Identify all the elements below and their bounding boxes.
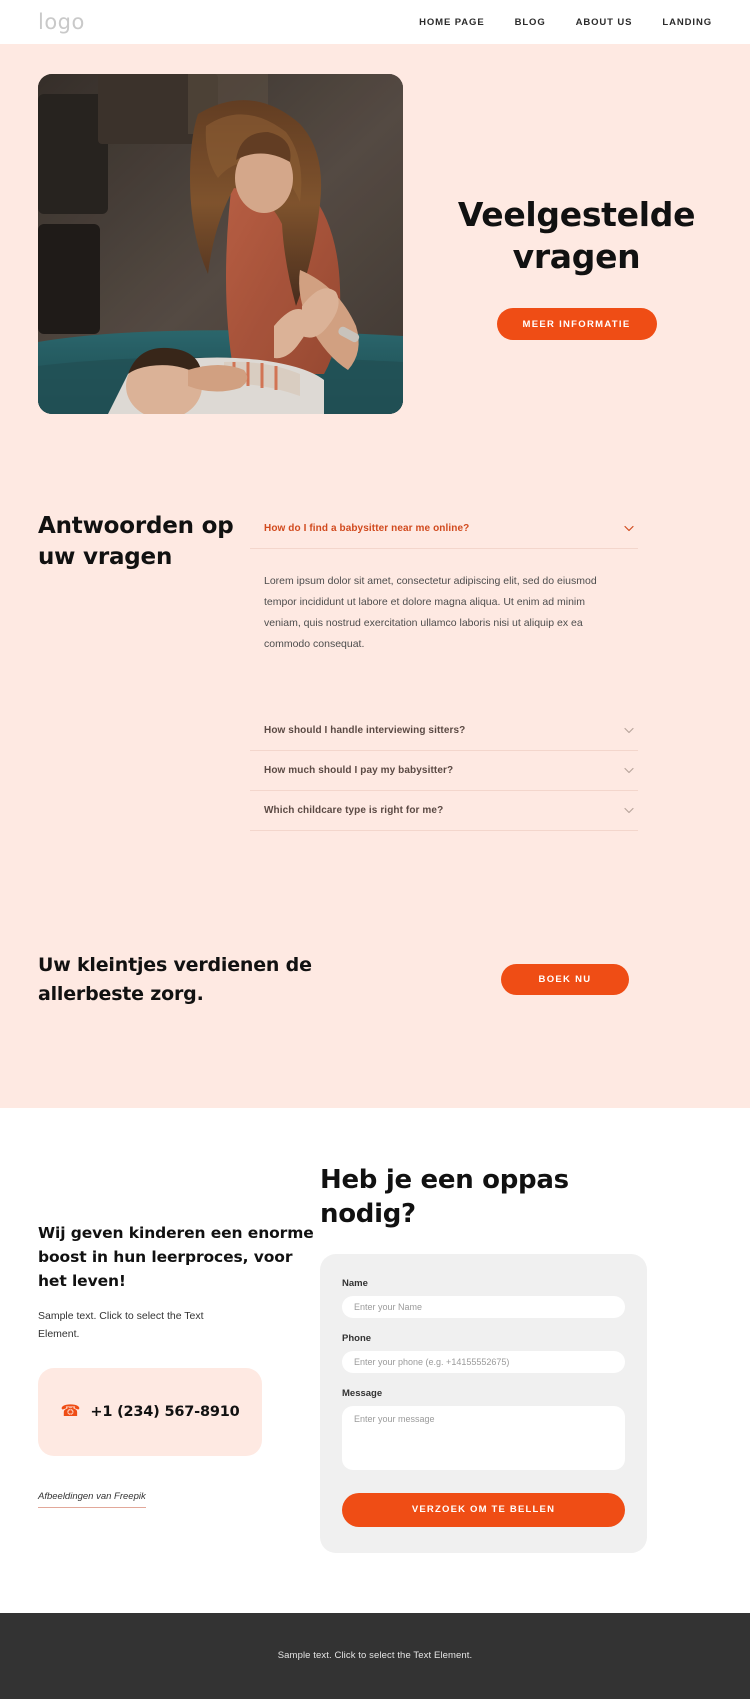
image-credit[interactable]: Afbeeldingen van Freepik xyxy=(38,1491,146,1508)
faq-section: Antwoorden op uw vragen How do I find a … xyxy=(0,454,750,951)
logo[interactable]: logo xyxy=(38,10,85,34)
faq-question-text-1: How do I find a babysitter near me onlin… xyxy=(264,522,470,534)
faq-heading: Antwoorden op uw vragen xyxy=(38,513,234,571)
message-field[interactable] xyxy=(342,1405,625,1470)
contact-section: Wij geven kinderen een enorme boost in h… xyxy=(0,1108,750,1613)
contact-subtext: Sample text. Click to select the Text El… xyxy=(38,1310,204,1341)
faq-spacer xyxy=(250,665,638,711)
footer-text: Sample text. Click to select the Text El… xyxy=(277,1650,473,1662)
name-field[interactable] xyxy=(342,1295,625,1318)
site-header: logo HOME PAGE BLOG ABOUT US LANDING xyxy=(0,0,750,44)
phone-card[interactable]: ☎ +1 (234) 567-8910 xyxy=(38,1367,262,1456)
chevron-down-icon xyxy=(622,763,636,777)
cta-button-wrap: BOEK NU xyxy=(420,964,750,995)
nav-item-about-us[interactable]: ABOUT US xyxy=(576,17,633,28)
contact-form-wrap: Heb je een oppas nodig? Name Phone Messa… xyxy=(320,1163,750,1553)
contact-heading: Wij geven kinderen een enorme boost in h… xyxy=(38,1224,314,1291)
submit-button[interactable]: VERZOEK OM TE BELLEN xyxy=(342,1492,625,1527)
faq-question-toggle-1[interactable]: How do I find a babysitter near me onlin… xyxy=(250,509,638,549)
book-now-button[interactable]: BOEK NU xyxy=(500,964,630,995)
phone-icon: ☎ xyxy=(60,1402,81,1420)
contact-info: Wij geven kinderen een enorme boost in h… xyxy=(0,1163,320,1508)
phone-field[interactable] xyxy=(342,1350,625,1373)
main-nav: HOME PAGE BLOG ABOUT US LANDING xyxy=(419,17,712,28)
faq-question-toggle-3[interactable]: How much should I pay my babysitter? xyxy=(250,751,638,791)
hero-title: Veelgestelde vragen xyxy=(457,195,696,277)
cta-band: Uw kleintjes verdienen de allerbeste zor… xyxy=(0,951,750,1108)
nav-item-home-page[interactable]: HOME PAGE xyxy=(419,17,484,28)
faq-question-text-3: How much should I pay my babysitter? xyxy=(264,764,454,776)
faq-item-4: Which childcare type is right for me? xyxy=(250,791,638,831)
name-label: Name xyxy=(342,1277,368,1289)
chevron-down-icon xyxy=(622,723,636,737)
faq-item-3: How much should I pay my babysitter? xyxy=(250,751,638,791)
faq-question-text-4: Which childcare type is right for me? xyxy=(264,804,444,816)
site-footer: Sample text. Click to select the Text El… xyxy=(0,1612,750,1699)
hero-cta-button[interactable]: MEER INFORMATIE xyxy=(496,308,657,341)
hero-image xyxy=(38,74,403,414)
chevron-down-icon xyxy=(622,521,636,535)
faq-question-toggle-4[interactable]: Which childcare type is right for me? xyxy=(250,791,638,831)
faq-item-2: How should I handle interviewing sitters… xyxy=(250,711,638,751)
faq-question-text-2: How should I handle interviewing sitters… xyxy=(264,724,466,736)
faq-heading-wrap: Antwoorden op uw vragen xyxy=(0,509,250,831)
nav-item-blog[interactable]: BLOG xyxy=(515,17,546,28)
form-heading: Heb je een oppas nodig? xyxy=(320,1165,569,1230)
hero-section: Veelgestelde vragen MEER INFORMATIE xyxy=(0,44,750,454)
nav-item-landing[interactable]: LANDING xyxy=(662,17,712,28)
contact-form: Name Phone Message VERZOEK OM TE BELLEN xyxy=(320,1253,647,1553)
faq-answer-1: Lorem ipsum dolor sit amet, consectetur … xyxy=(264,575,597,650)
faq-question-toggle-2[interactable]: How should I handle interviewing sitters… xyxy=(250,711,638,751)
phone-number: +1 (234) 567-8910 xyxy=(90,1403,240,1420)
chevron-down-icon xyxy=(622,803,636,817)
cta-text: Uw kleintjes verdienen de allerbeste zor… xyxy=(38,954,312,1005)
phone-label: Phone xyxy=(342,1332,372,1344)
faq-list: How do I find a babysitter near me onlin… xyxy=(250,509,750,831)
message-label: Message xyxy=(342,1387,383,1399)
faq-item-1: How do I find a babysitter near me onlin… xyxy=(250,509,638,665)
